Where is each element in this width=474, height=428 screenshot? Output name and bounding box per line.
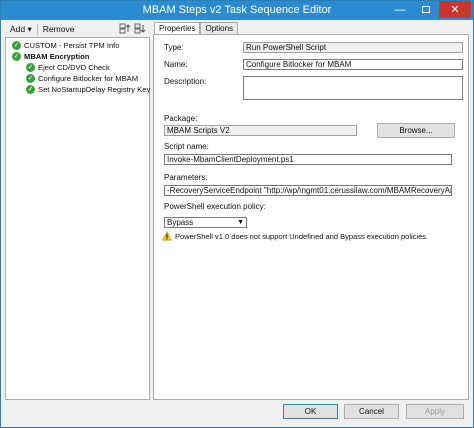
remove-button[interactable]: Remove <box>38 24 80 34</box>
description-textarea[interactable] <box>243 76 463 100</box>
chevron-down-icon: ▼ <box>237 219 244 226</box>
tree-item-custom-persist-tpm-info[interactable]: ✓ CUSTOM - Persist TPM Info <box>12 40 120 51</box>
tree-item-label: Eject CD/DVD Check <box>38 63 110 72</box>
success-check-icon: ✓ <box>26 85 35 94</box>
tree-item-eject-cd-dvd-check[interactable]: ✓ Eject CD/DVD Check <box>26 62 110 73</box>
execution-policy-warning: PowerShell v1.0 does not support Undefin… <box>175 232 429 241</box>
success-check-icon: ✓ <box>12 41 21 50</box>
move-down-icon[interactable] <box>134 23 146 34</box>
tree-item-label: Set NoStartupDelay Registry Key <box>38 85 151 94</box>
parameters-label: Parameters: <box>164 173 208 182</box>
maximize-button[interactable] <box>413 1 439 18</box>
browse-button[interactable]: Browse... <box>377 123 455 138</box>
add-label: Add <box>10 23 26 34</box>
minimize-icon: — <box>394 3 406 16</box>
tree-item-label: MBAM Encryption <box>24 52 90 61</box>
chevron-down-icon: ▾ <box>27 23 32 34</box>
title-bar[interactable]: MBAM Steps v2 Task Sequence Editor — ✕ <box>1 1 473 20</box>
tree-item-label: Configure Bitlocker for MBAM <box>38 74 139 83</box>
move-up-icon[interactable] <box>119 23 131 34</box>
package-label: Package: <box>164 114 198 123</box>
tree-item-label: CUSTOM - Persist TPM Info <box>24 41 120 50</box>
execution-policy-value: Bypass <box>167 218 194 227</box>
properties-panel: Type: Run PowerShell Script Name: Config… <box>153 34 469 400</box>
tree-group-mbam-encryption[interactable]: ✓ MBAM Encryption <box>12 51 89 62</box>
cancel-button[interactable]: Cancel <box>344 404 399 419</box>
type-field: Run PowerShell Script <box>243 42 463 53</box>
name-label: Name: <box>164 60 188 69</box>
tree-item-configure-bitlocker[interactable]: ✓ Configure Bitlocker for MBAM <box>26 73 138 84</box>
tree-toolbar: Add ▾ Remove <box>5 22 149 36</box>
maximize-icon <box>422 6 430 13</box>
type-label: Type: <box>164 43 184 52</box>
tree-item-set-nostartupdelay[interactable]: ✓ Set NoStartupDelay Registry Key <box>26 84 150 95</box>
success-check-icon: ✓ <box>26 63 35 72</box>
name-input[interactable]: Configure Bitlocker for MBAM <box>243 59 463 70</box>
minimize-button[interactable]: — <box>387 1 413 18</box>
description-label: Description: <box>164 77 207 86</box>
apply-button[interactable]: Apply <box>406 404 464 419</box>
add-menu-button[interactable]: Add ▾ <box>5 24 37 35</box>
script-name-label: Script name: <box>164 142 209 151</box>
execution-policy-select[interactable]: Bypass ▼ <box>164 217 247 228</box>
parameters-input[interactable]: -RecoveryServiceEndpoint "http://wp/\ngm… <box>164 185 452 196</box>
success-check-icon: ✓ <box>26 74 35 83</box>
ok-button[interactable]: OK <box>283 404 338 419</box>
success-check-icon: ✓ <box>12 52 21 61</box>
warning-icon <box>162 231 172 241</box>
task-sequence-tree[interactable]: ✓ CUSTOM - Persist TPM Info ✓ MBAM Encry… <box>5 37 150 400</box>
close-icon: ✕ <box>450 4 460 16</box>
package-field: MBAM Scripts V2 <box>164 125 357 136</box>
script-name-input[interactable]: Invoke-MbamClientDeployment.ps1 <box>164 154 452 165</box>
task-sequence-editor-window: MBAM Steps v2 Task Sequence Editor — ✕ A… <box>0 0 474 428</box>
close-button[interactable]: ✕ <box>439 1 471 18</box>
execution-policy-label: PowerShell execution policy: <box>164 202 266 211</box>
